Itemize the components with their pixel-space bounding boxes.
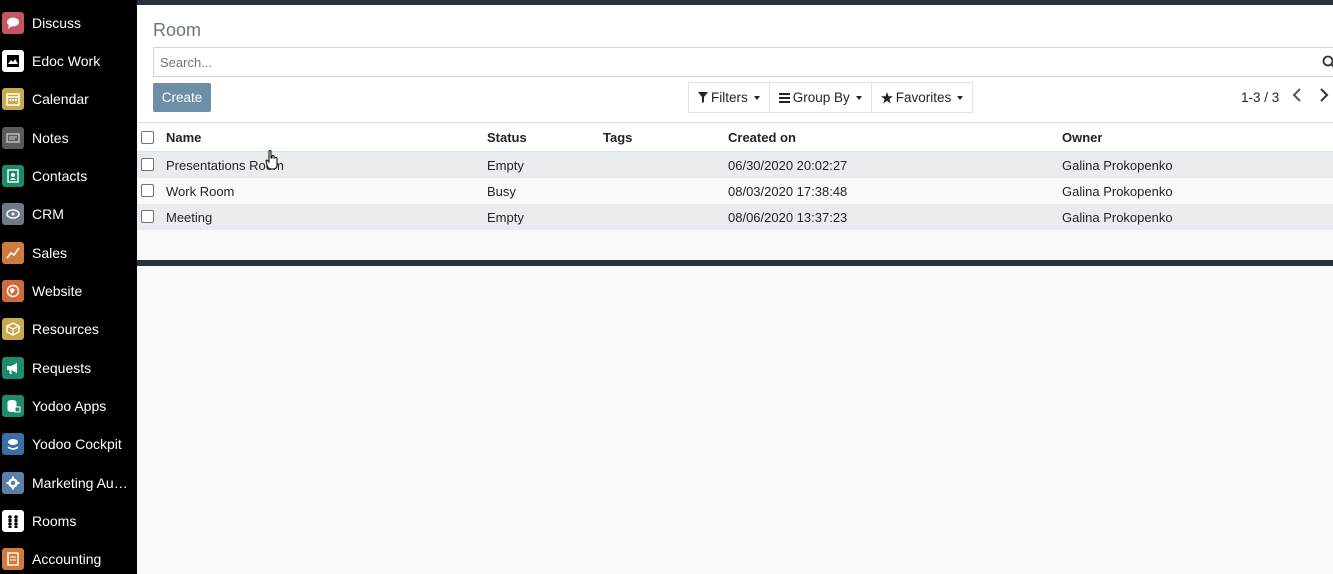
table-row[interactable]: Work Room Busy 08/03/2020 17:38:48 Galin… [137, 178, 1333, 204]
sidebar-item-crm[interactable]: CRM [0, 196, 137, 232]
create-button[interactable]: Create [153, 83, 211, 112]
app-sidebar: Discuss Edoc Work Calendar Notes Contact… [0, 0, 137, 574]
table-row[interactable]: Presentations Room Empty 06/30/2020 20:0… [137, 152, 1333, 178]
row-name: Meeting [166, 209, 213, 225]
globe-icon [2, 280, 24, 302]
group-by-button[interactable]: Group By [770, 83, 872, 112]
column-header-tags[interactable]: Tags [603, 124, 632, 151]
sidebar-item-calendar[interactable]: Calendar [0, 81, 137, 117]
sidebar-item-marketing-automation[interactable]: Marketing Aut... [0, 465, 137, 501]
filter-icon [698, 92, 708, 103]
sidebar-item-website[interactable]: Website [0, 273, 137, 309]
star-icon [880, 91, 893, 103]
cube-icon [2, 318, 24, 340]
notes-icon [2, 127, 24, 149]
sidebar-item-label: Website [32, 283, 83, 299]
calendar-icon [2, 88, 24, 110]
row-created-on: 06/30/2020 20:02:27 [728, 157, 848, 173]
row-checkbox[interactable] [141, 158, 154, 171]
sidebar-item-notes[interactable]: Notes [0, 120, 137, 156]
pager-value[interactable]: 1-3 / 3 [1241, 90, 1279, 105]
row-owner: Galina Prokopenko [1062, 183, 1173, 199]
row-created-on: 08/06/2020 13:37:23 [728, 209, 848, 225]
group-by-label: Group By [792, 90, 850, 105]
sidebar-item-label: Calendar [32, 91, 89, 107]
sidebar-item-label: Accounting [32, 551, 102, 567]
people-icon [2, 510, 24, 532]
sidebar-item-label: Resources [32, 321, 99, 337]
sidebar-item-yodoo-cockpit[interactable]: Yodoo Cockpit [0, 426, 137, 462]
sidebar-item-label: Edoc Work [32, 53, 101, 69]
chart-line-icon [2, 242, 24, 264]
sidebar-item-sales[interactable]: Sales [0, 235, 137, 271]
table-row[interactable]: Meeting Empty 08/06/2020 13:37:23 Galina… [137, 204, 1333, 230]
hand-cursor-icon [265, 150, 278, 170]
control-panel: Room Create Filters Group By Favorites [137, 5, 1333, 123]
column-header-owner[interactable]: Owner [1062, 124, 1102, 151]
row-checkbox[interactable] [141, 210, 154, 223]
search-icon[interactable] [1322, 55, 1333, 69]
sidebar-item-label: Requests [32, 360, 92, 376]
select-all-checkbox[interactable] [141, 131, 154, 144]
favorites-button[interactable]: Favorites [872, 83, 973, 112]
page-title: Room [153, 20, 202, 40]
sidebar-item-label: Sales [32, 245, 68, 261]
search-options: Filters Group By Favorites [688, 82, 974, 113]
row-created-on: 08/03/2020 17:38:48 [728, 183, 848, 199]
sidebar-item-discuss[interactable]: Discuss [0, 5, 137, 41]
sidebar-item-label: CRM [32, 206, 64, 222]
row-owner: Galina Prokopenko [1062, 209, 1173, 225]
caret-down-icon [957, 95, 964, 100]
row-name: Work Room [166, 183, 235, 199]
chevron-left-icon[interactable] [1292, 88, 1302, 102]
database-icon [2, 395, 24, 417]
search-box[interactable] [153, 47, 1333, 77]
column-header-status[interactable]: Status [487, 124, 527, 151]
invoice-icon [2, 548, 24, 570]
row-status: Busy [487, 183, 516, 199]
panel-divider [137, 260, 1333, 266]
row-status: Empty [487, 157, 524, 173]
row-owner: Galina Prokopenko [1062, 157, 1173, 173]
caret-down-icon [753, 95, 760, 100]
sidebar-item-label: Yodoo Apps [32, 398, 107, 414]
sidebar-item-label: Notes [32, 130, 69, 146]
sidebar-item-label: Yodoo Cockpit [32, 436, 122, 452]
chevron-right-icon[interactable] [1319, 88, 1329, 102]
row-status: Empty [487, 209, 524, 225]
filters-button[interactable]: Filters [689, 83, 770, 112]
sidebar-item-rooms[interactable]: Rooms [0, 503, 137, 539]
document-icon [2, 50, 24, 72]
megaphone-icon [2, 357, 24, 379]
sidebar-item-label: Marketing Aut... [32, 475, 128, 491]
handshake-icon [2, 203, 24, 225]
row-checkbox[interactable] [141, 184, 154, 197]
favorites-label: Favorites [895, 90, 952, 105]
column-header-created-on[interactable]: Created on [728, 124, 796, 151]
sidebar-item-label: Rooms [32, 513, 77, 529]
sidebar-item-requests[interactable]: Requests [0, 350, 137, 386]
cloud-hand-icon [2, 433, 24, 455]
search-input[interactable] [154, 48, 1333, 76]
sidebar-item-yodoo-apps[interactable]: Yodoo Apps [0, 388, 137, 424]
chat-icon [2, 12, 24, 34]
main-content: Room Create Filters Group By Favorites [137, 5, 1333, 574]
list-icon [778, 92, 790, 103]
caret-down-icon [855, 95, 862, 100]
column-header-name[interactable]: Name [166, 124, 201, 151]
sidebar-item-label: Contacts [32, 168, 88, 184]
sidebar-item-resources[interactable]: Resources [0, 311, 137, 347]
sidebar-item-edoc-work[interactable]: Edoc Work [0, 43, 137, 79]
gear-icon [2, 472, 24, 494]
filters-label: Filters [711, 90, 748, 105]
sidebar-item-contacts[interactable]: Contacts [0, 158, 137, 194]
sidebar-item-label: Discuss [32, 15, 82, 31]
address-book-icon [2, 165, 24, 187]
sidebar-item-accounting[interactable]: Accounting [0, 541, 137, 574]
table-header: Name Status Tags Created on Owner [137, 124, 1333, 152]
